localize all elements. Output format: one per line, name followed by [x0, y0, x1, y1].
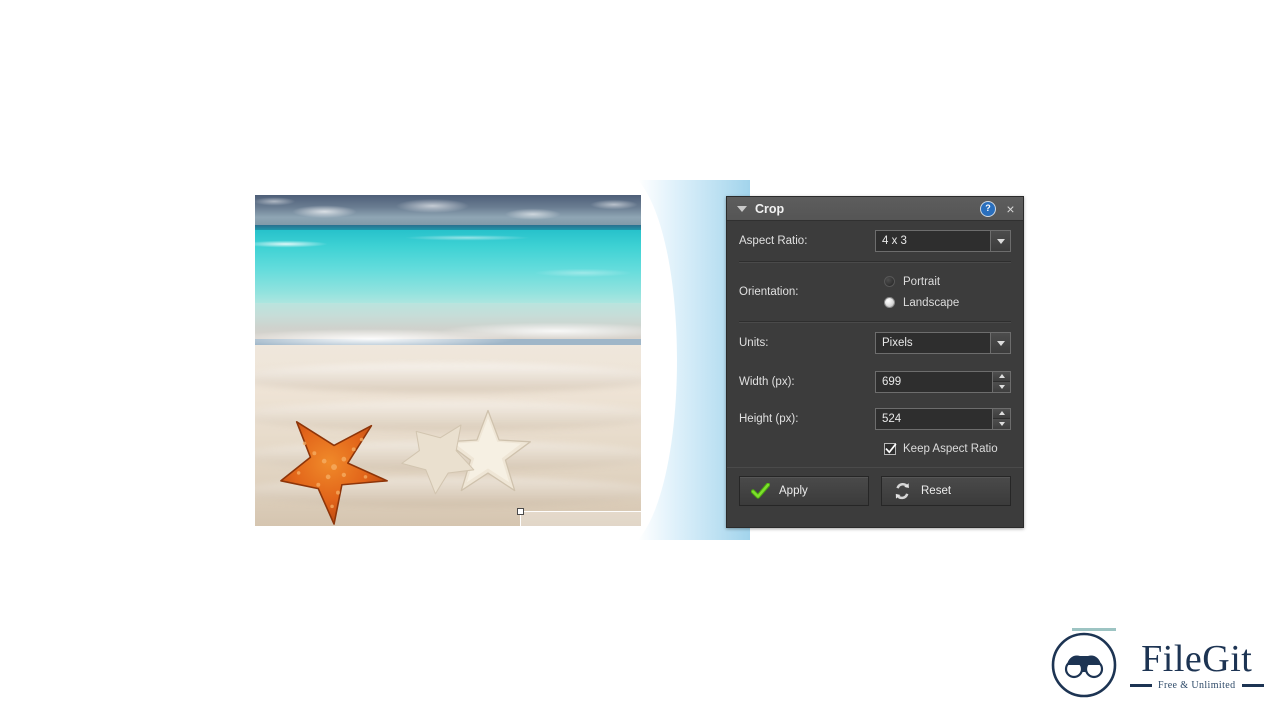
green-check-icon: [750, 482, 770, 500]
crop-panel-body: Aspect Ratio: 4 x 3 Orientation: Portrai…: [727, 221, 1023, 514]
height-value[interactable]: 524: [876, 413, 992, 425]
keep-aspect-ratio-row[interactable]: Keep Aspect Ratio: [727, 437, 1023, 465]
height-spin-buttons[interactable]: [992, 408, 1010, 429]
check-icon: [885, 443, 897, 454]
close-icon[interactable]: ×: [1004, 202, 1017, 216]
width-value[interactable]: 699: [876, 376, 992, 388]
aspect-ratio-label: Aspect Ratio:: [739, 235, 808, 247]
photo-sea-region: [255, 230, 641, 308]
aspect-ratio-select[interactable]: 4 x 3: [875, 230, 1011, 252]
panel-title: Crop: [755, 201, 785, 216]
crop-selection-rect[interactable]: [517, 508, 641, 526]
height-row: Height (px): 524: [727, 400, 1023, 437]
width-row: Width (px): 699: [727, 363, 1023, 400]
orientation-label: Orientation:: [739, 286, 799, 298]
chevron-down-icon[interactable]: [990, 333, 1010, 353]
crop-handle-nw[interactable]: [517, 508, 524, 515]
apply-button[interactable]: Apply: [739, 476, 869, 506]
spin-down-icon[interactable]: [993, 419, 1010, 429]
panel-action-buttons: Apply Reset: [727, 467, 1023, 514]
tagline-dash-left: [1130, 684, 1152, 687]
radio-off-icon: [884, 276, 895, 287]
spin-down-icon[interactable]: [993, 382, 1010, 392]
filegit-tagline-wrap: Free & Unlimited: [1130, 680, 1264, 691]
aspect-ratio-value: 4 x 3: [882, 235, 907, 247]
units-select[interactable]: Pixels: [875, 332, 1011, 354]
crop-panel: Crop ? × Aspect Ratio: 4 x 3 Orientation…: [726, 196, 1024, 528]
starfish-orange-icon: [280, 421, 388, 525]
radio-on-icon: [884, 297, 895, 308]
triangle-down-icon[interactable]: [737, 205, 747, 212]
binoculars-circle-logo: [1050, 631, 1118, 699]
spin-up-icon[interactable]: [993, 371, 1010, 382]
units-row: Units: Pixels: [727, 323, 1023, 363]
filegit-name: FileGit: [1141, 638, 1253, 680]
starfish-white-icon: [401, 424, 475, 495]
units-value: Pixels: [882, 337, 913, 349]
spin-up-icon[interactable]: [993, 408, 1010, 419]
width-spin-buttons[interactable]: [992, 371, 1010, 392]
chevron-down-icon[interactable]: [990, 231, 1010, 251]
crop-panel-titlebar[interactable]: Crop ? ×: [727, 197, 1023, 221]
help-icon[interactable]: ?: [980, 200, 996, 217]
orientation-row: Orientation: Portrait Landscape: [727, 263, 1023, 321]
width-label: Width (px):: [739, 375, 795, 388]
keep-aspect-ratio-checkbox[interactable]: [884, 443, 897, 455]
units-label: Units:: [739, 337, 769, 349]
refresh-arrows-icon: [892, 482, 912, 500]
image-canvas[interactable]: [255, 195, 641, 526]
reset-button[interactable]: Reset: [881, 476, 1011, 506]
width-stepper[interactable]: 699: [875, 370, 1011, 393]
radio-portrait-label: Portrait: [903, 275, 941, 288]
reset-button-label: Reset: [921, 485, 952, 497]
height-label: Height (px):: [739, 412, 799, 425]
radio-portrait[interactable]: Portrait: [884, 271, 1011, 292]
aspect-ratio-row: Aspect Ratio: 4 x 3: [727, 221, 1023, 261]
radio-landscape[interactable]: Landscape: [884, 292, 1011, 313]
photo-sky-region: [255, 195, 641, 227]
radio-landscape-label: Landscape: [903, 296, 960, 309]
tagline-dash-right: [1241, 684, 1264, 687]
filegit-wordmark: FileGit Free & Unlimited: [1130, 639, 1264, 691]
filegit-tagline: Free & Unlimited: [1158, 680, 1236, 691]
height-stepper[interactable]: 524: [875, 407, 1011, 430]
keep-aspect-ratio-label: Keep Aspect Ratio: [903, 443, 998, 455]
filegit-logo: FileGit Free & Unlimited: [1050, 625, 1270, 705]
apply-button-label: Apply: [779, 485, 808, 497]
